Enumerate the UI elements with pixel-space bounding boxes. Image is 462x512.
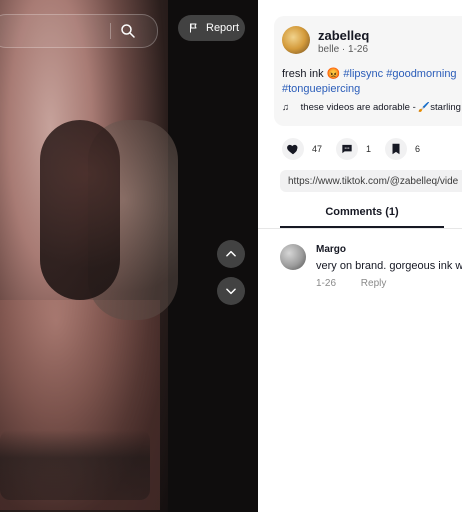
sound-emoji: 🖌️ [418, 102, 431, 113]
sound-text: these videos are adorable - [300, 102, 416, 113]
hashtag-lipsync[interactable]: #lipsync [343, 68, 383, 80]
author-username[interactable]: zabelleq [318, 28, 369, 43]
hashtag-tonguepiercing[interactable]: #tonguepiercing [282, 83, 360, 95]
next-video-button[interactable] [217, 277, 245, 305]
search-icon[interactable] [119, 22, 137, 40]
caption-emoji: 😡 [326, 68, 341, 80]
comment-text: very on brand. gorgeous ink w [316, 260, 462, 272]
search-divider [110, 23, 111, 39]
save-count: 6 [415, 144, 421, 154]
action-bar: 47 1 6 [282, 138, 434, 160]
post-date: 1-26 [348, 44, 369, 55]
post-caption: fresh ink 😡 #lipsync #goodmorning #tongu… [282, 67, 462, 97]
details-panel: zabelleq belle · 1-26 fresh ink 😡 #lipsy… [258, 0, 462, 512]
author-meta: belle · 1-26 [318, 44, 368, 55]
comment-button[interactable] [336, 138, 359, 160]
bookmark-icon [392, 143, 400, 155]
author-display-name: belle [318, 44, 340, 55]
video-player[interactable]: Report [0, 0, 258, 512]
save-action[interactable]: 6 [385, 138, 420, 160]
like-action[interactable]: 47 [282, 138, 322, 160]
copy-link-field[interactable]: https://www.tiktok.com/@zabelleq/vide [280, 170, 462, 192]
comment-avatar[interactable] [280, 244, 306, 270]
save-button[interactable] [385, 138, 408, 160]
heart-icon [287, 144, 298, 155]
hashtag-goodmorning[interactable]: #goodmorning [386, 68, 456, 80]
comment-icon [342, 144, 352, 154]
comment-author[interactable]: Margo [316, 244, 346, 255]
comment-action[interactable]: 1 [336, 138, 371, 160]
like-button[interactable] [282, 138, 304, 160]
video-content-hair [40, 120, 120, 300]
post-card: zabelleq belle · 1-26 fresh ink 😡 #lipsy… [274, 16, 462, 126]
search-input[interactable] [0, 14, 158, 48]
flag-icon [190, 23, 197, 33]
report-button[interactable]: Report [178, 15, 245, 41]
post-link: https://www.tiktok.com/@zabelleq/vide [288, 175, 459, 187]
video-content-tattoo [0, 430, 150, 500]
report-label: Report [206, 22, 240, 34]
previous-video-button[interactable] [217, 240, 245, 268]
video-frame [0, 0, 178, 512]
author-avatar[interactable] [282, 26, 310, 54]
music-note-icon: ♫ [282, 102, 290, 113]
chevron-up-icon [226, 250, 236, 257]
reply-button[interactable]: Reply [361, 278, 387, 289]
comment-date: 1-26 [316, 278, 337, 289]
chevron-down-icon [226, 288, 236, 295]
comment-meta: 1-26 Reply [316, 278, 386, 289]
caption-text: fresh ink [282, 68, 324, 80]
sound-link[interactable]: ♫ these videos are adorable - 🖌️starling [282, 102, 462, 113]
like-count: 47 [312, 144, 323, 154]
comment-count: 1 [366, 144, 372, 154]
sound-author: starling [430, 102, 461, 113]
tab-comments[interactable]: Comments (1) [280, 206, 444, 226]
tab-divider [258, 228, 462, 229]
